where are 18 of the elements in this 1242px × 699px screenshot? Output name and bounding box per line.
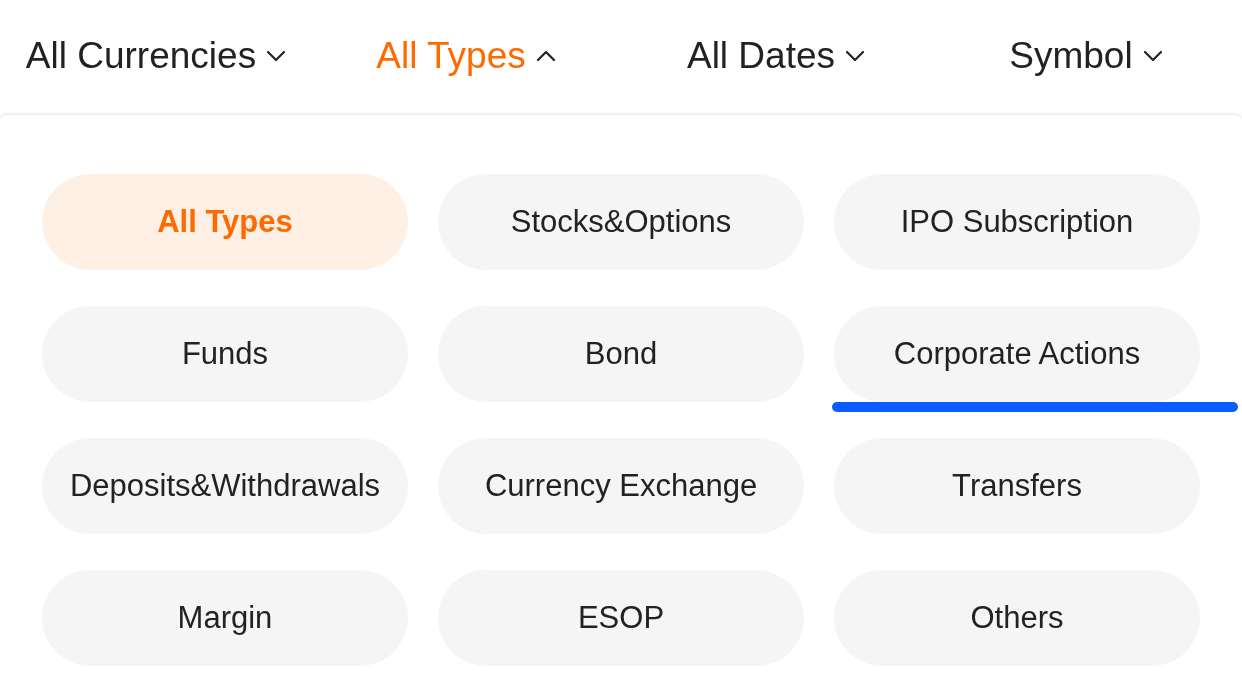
type-option[interactable]: Funds	[42, 306, 408, 402]
type-option[interactable]: Stocks&Options	[438, 174, 804, 270]
type-option[interactable]: IPO Subscription	[834, 174, 1200, 270]
chevron-down-icon	[1142, 49, 1163, 62]
type-option[interactable]: ESOP	[438, 570, 804, 666]
chevron-down-icon	[845, 49, 866, 62]
type-option[interactable]: Others	[834, 570, 1200, 666]
filter-dropdown[interactable]: All Dates	[684, 30, 868, 81]
chevron-down-icon	[266, 49, 287, 62]
chevron-up-icon	[535, 49, 556, 62]
filter-dropdown[interactable]: All Currencies	[23, 30, 289, 81]
type-option[interactable]: Deposits&Withdrawals	[42, 438, 408, 534]
type-option[interactable]: Margin	[42, 570, 408, 666]
type-option[interactable]: Corporate Actions	[834, 306, 1200, 402]
type-option[interactable]: Bond	[438, 306, 804, 402]
type-option[interactable]: Transfers	[834, 438, 1200, 534]
filter-dropdown[interactable]: Symbol	[1007, 30, 1165, 81]
type-option[interactable]: Currency Exchange	[438, 438, 804, 534]
